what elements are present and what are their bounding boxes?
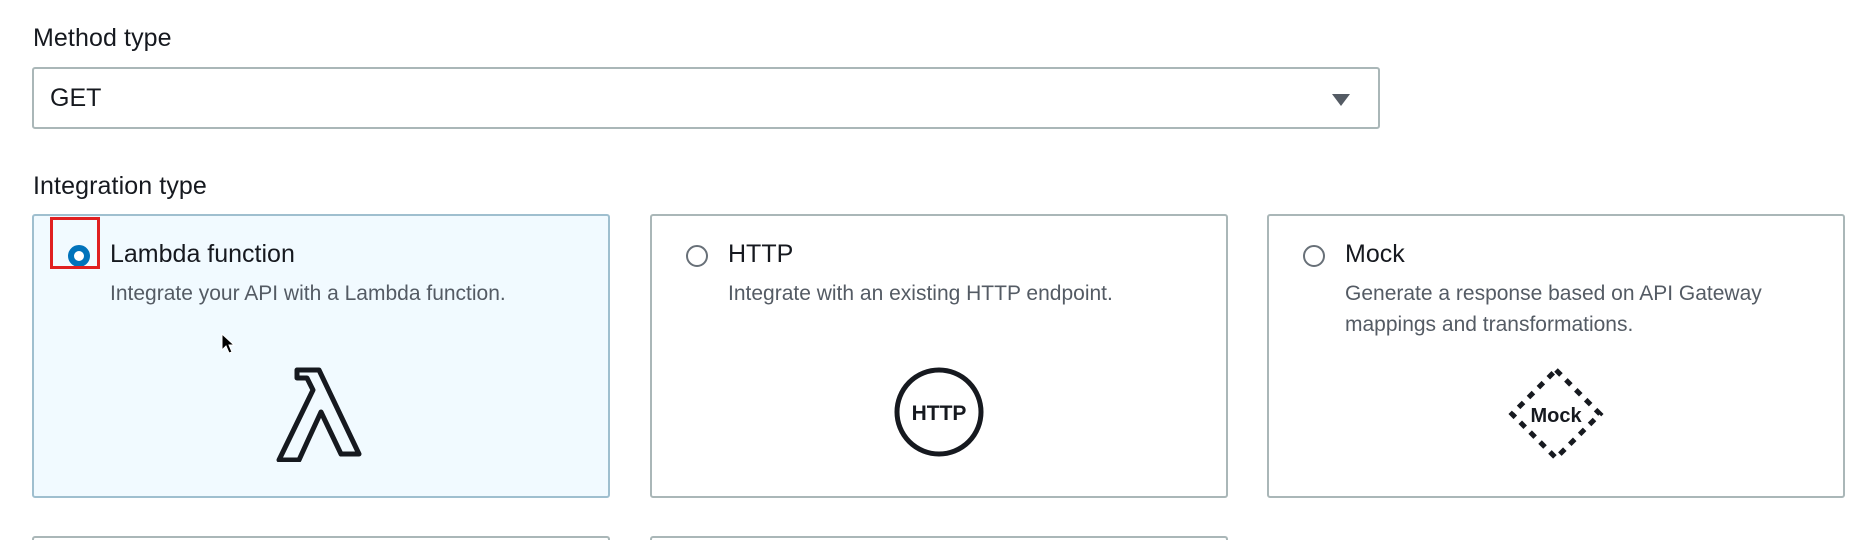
mock-option-description: Generate a response based on API Gateway…	[1345, 282, 1762, 336]
integration-settings-panel: Method type GET Integration type Lambda …	[0, 0, 1862, 540]
http-icon-text: HTTP	[912, 402, 967, 425]
lambda-radio[interactable]	[68, 245, 90, 267]
integration-option-http[interactable]: HTTP Integrate with an existing HTTP end…	[650, 214, 1228, 498]
http-radio[interactable]	[686, 245, 708, 267]
method-type-select[interactable]: GET	[32, 67, 1380, 129]
integration-option-lambda[interactable]: Lambda function Integrate your API with …	[32, 214, 610, 498]
mock-icon-text: Mock	[1530, 405, 1582, 427]
mock-radio[interactable]	[1303, 245, 1325, 267]
http-option-description: Integrate with an existing HTTP endpoint…	[728, 282, 1113, 305]
http-icon: HTTP	[893, 366, 985, 463]
mock-option-title: Mock	[1345, 240, 1405, 268]
method-type-label: Method type	[33, 24, 172, 52]
lambda-option-description: Integrate your API with a Lambda functio…	[110, 282, 506, 305]
integration-type-label: Integration type	[33, 172, 207, 200]
lambda-icon	[275, 366, 367, 467]
method-type-value: GET	[50, 84, 102, 112]
mock-icon: Mock	[1508, 366, 1604, 467]
caret-down-icon	[1332, 94, 1350, 106]
integration-option-partial[interactable]	[650, 536, 1228, 540]
lambda-option-title: Lambda function	[110, 240, 295, 268]
integration-option-mock[interactable]: Mock Generate a response based on API Ga…	[1267, 214, 1845, 498]
http-option-title: HTTP	[728, 240, 794, 268]
integration-option-partial[interactable]	[32, 536, 610, 540]
